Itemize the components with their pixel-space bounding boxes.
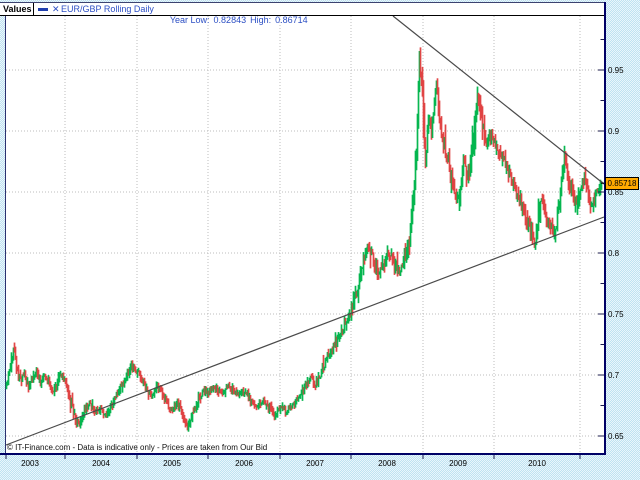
x-axis-label: 2008 xyxy=(378,459,396,468)
year-high-label: High: xyxy=(250,15,271,25)
x-axis-label: 2010 xyxy=(528,459,546,468)
axis-ticks xyxy=(6,40,604,460)
year-range-label: Year Low: 0.82843High: 0.86714 xyxy=(155,4,312,37)
y-axis-label: 0.95 xyxy=(608,66,624,75)
year-low-label: Year Low: xyxy=(170,15,210,25)
last-price-tag: 0.85718 xyxy=(605,177,639,190)
x-axis-label: 2004 xyxy=(92,459,110,468)
x-axis-label: 2003 xyxy=(21,459,39,468)
rising-support-line xyxy=(6,217,604,445)
year-high-value: 0.86714 xyxy=(275,15,308,25)
y-axis-label: 0.7 xyxy=(608,371,619,380)
series-color-marker-icon xyxy=(38,8,48,11)
year-low-value: 0.82843 xyxy=(214,15,247,25)
x-axis-label: 2007 xyxy=(306,459,324,468)
x-axis-label: 2009 xyxy=(449,459,467,468)
x-axis-label: 2005 xyxy=(163,459,181,468)
series-title[interactable]: EUR/GBP Rolling Daily xyxy=(61,4,154,15)
chart-window: Values ✕ EUR/GBP Rolling Daily Year Low:… xyxy=(0,0,640,480)
header-divider xyxy=(33,3,34,15)
chart-header: Values ✕ EUR/GBP Rolling Daily Year Low:… xyxy=(0,2,604,16)
values-label: Values xyxy=(3,4,32,15)
y-axis-label: 0.9 xyxy=(608,127,619,136)
y-axis-label: 0.8 xyxy=(608,249,619,258)
price-chart[interactable] xyxy=(0,0,640,480)
y-axis-label: 0.75 xyxy=(608,310,624,319)
series-close-icon[interactable]: ✕ xyxy=(52,4,60,15)
trendlines xyxy=(6,16,604,445)
copyright-note: © IT-Finance.com - Data is indicative on… xyxy=(7,443,267,452)
candlesticks xyxy=(7,47,602,431)
y-axis-label: 0.65 xyxy=(608,432,624,441)
x-axis-label: 2006 xyxy=(235,459,253,468)
